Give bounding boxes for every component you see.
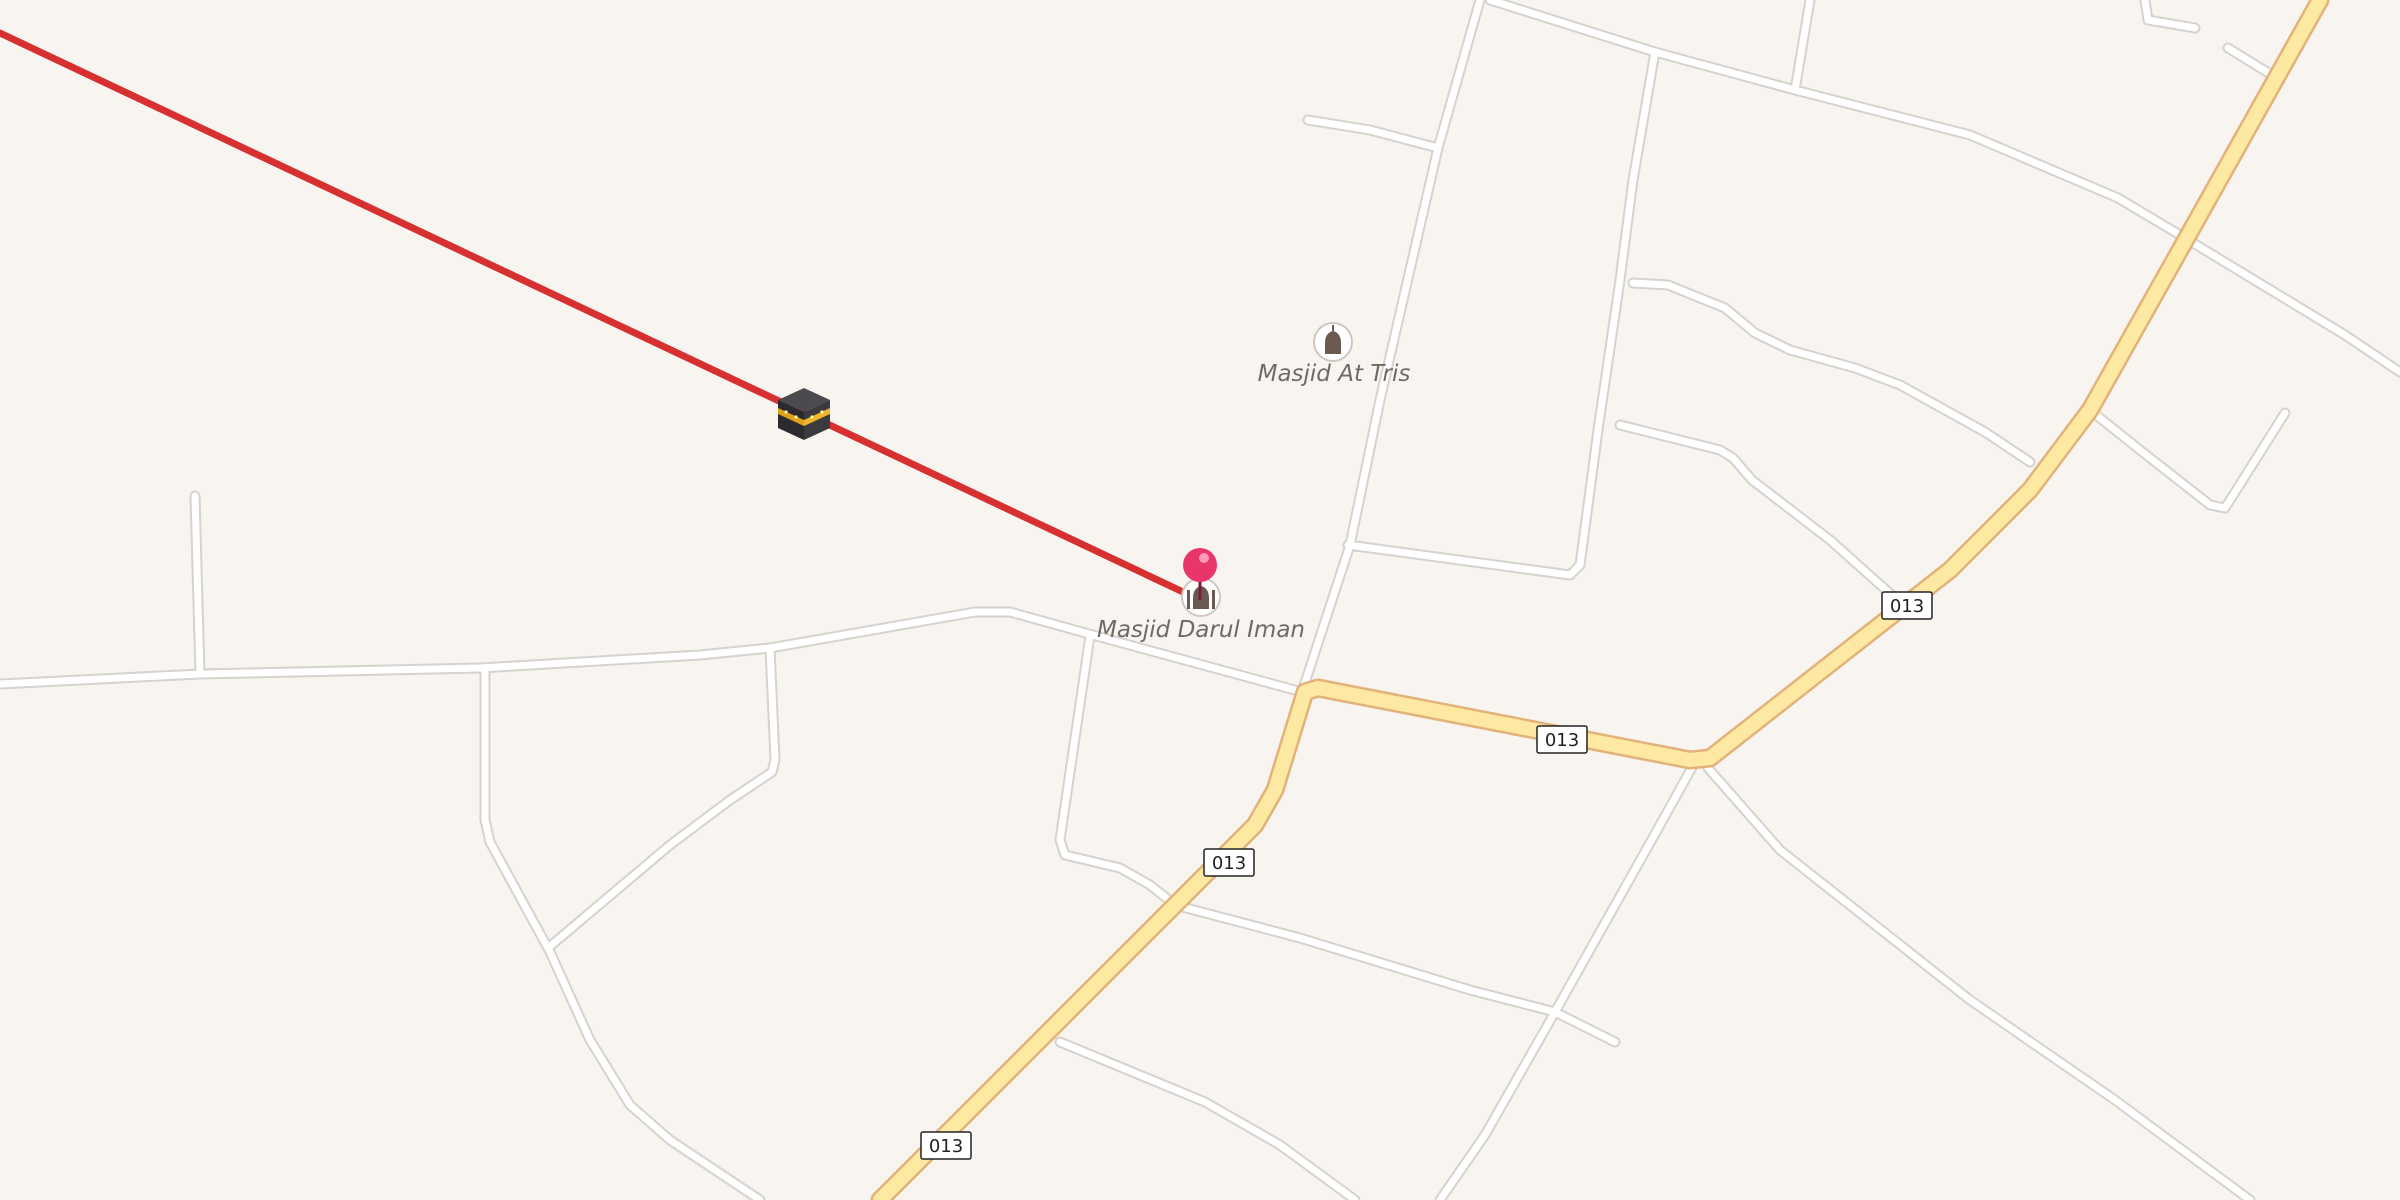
route-shield-label: 013 [929, 1136, 963, 1157]
route-shield-label: 013 [1890, 596, 1924, 617]
poi-label: Masjid At Tris [1258, 361, 1411, 387]
route-shield: 013 [1536, 725, 1588, 754]
poi-label: Masjid Darul Iman [1097, 617, 1305, 643]
route-shield: 013 [1203, 848, 1255, 877]
route-shield: 013 [1881, 591, 1933, 620]
map-canvas[interactable]: 013 013 013 013 Masjid At Tris Masjid Da… [0, 0, 2400, 1200]
route-shield: 013 [920, 1131, 972, 1160]
route-shield-label: 013 [1545, 730, 1579, 751]
route-shield-label: 013 [1212, 853, 1246, 874]
